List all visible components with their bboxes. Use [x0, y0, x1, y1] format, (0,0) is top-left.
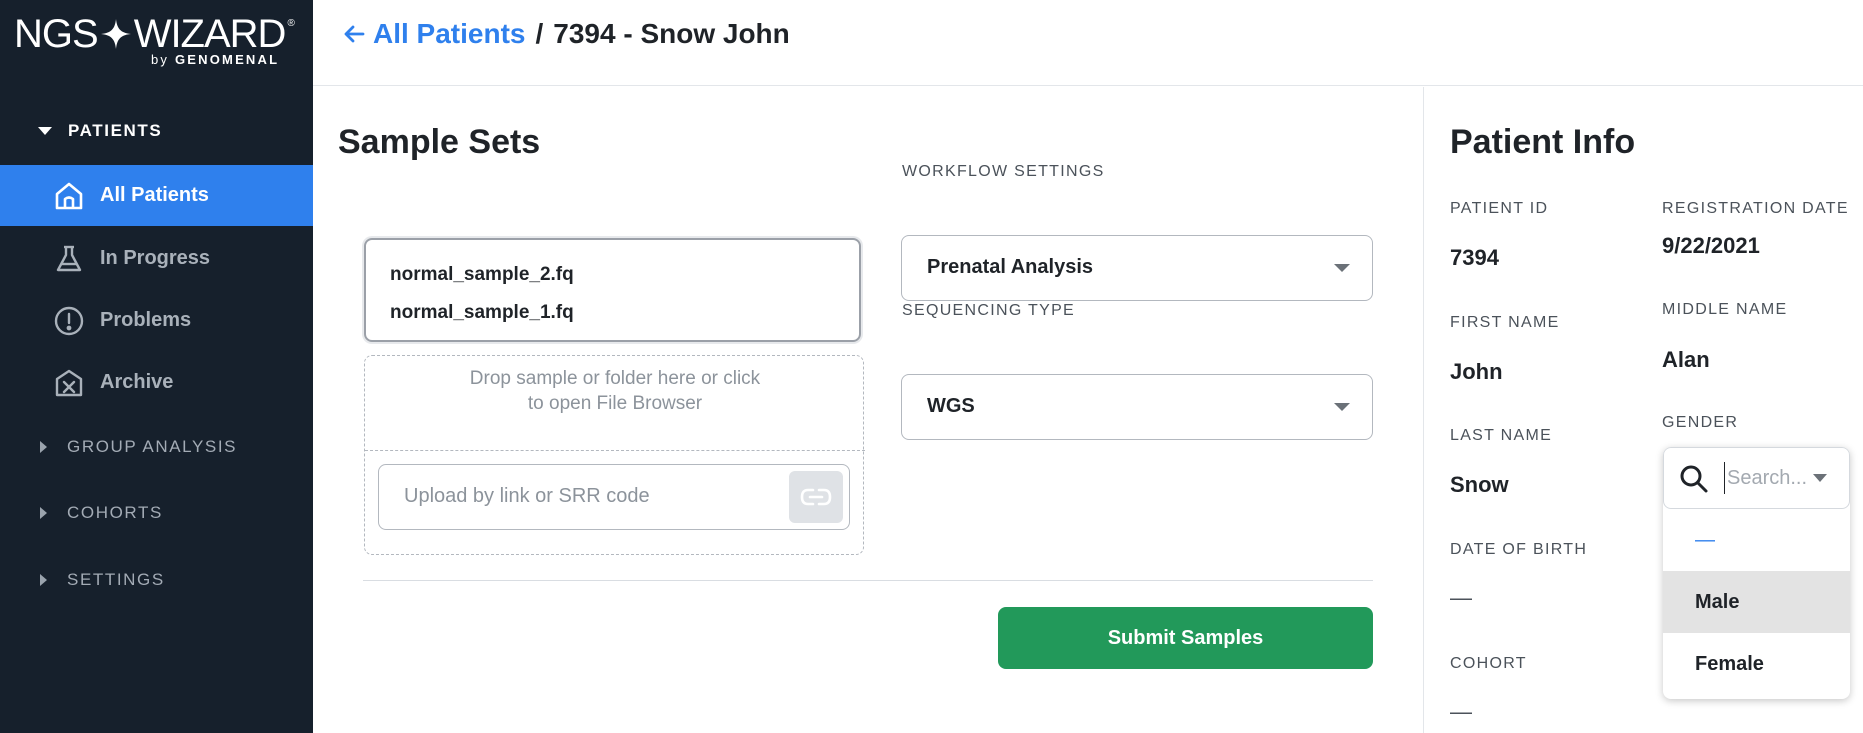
page-header: All Patients / 7394 - Snow John — [313, 0, 1863, 86]
sidebar-item-archive[interactable]: Archive — [0, 352, 313, 413]
search-icon — [1680, 465, 1708, 493]
caret-right-icon — [40, 507, 47, 519]
section-divider — [363, 580, 1373, 581]
arrow-left-icon — [344, 25, 365, 43]
sidebar-section-cohorts[interactable]: COHORTS — [0, 493, 313, 533]
gender-option-female[interactable]: Female — [1663, 633, 1850, 695]
sidebar-item-label: In Progress — [100, 247, 211, 269]
breadcrumb-current: 7394 - Snow John — [553, 18, 790, 49]
sequencing-select-value: WGS — [927, 395, 975, 417]
archive-icon — [53, 367, 85, 399]
chevron-down-icon — [1334, 264, 1350, 272]
sidebar-section-group-analysis[interactable]: GROUP ANALYSIS — [0, 427, 313, 467]
breadcrumb: All Patients / 7394 - Snow John — [343, 18, 790, 50]
section-title: Sample Sets — [338, 123, 541, 161]
sidebar-section-label: SETTINGS — [67, 570, 165, 589]
middle-name-label: MIDDLE NAME — [1662, 301, 1788, 318]
alert-circle-icon — [53, 305, 85, 337]
workflow-select[interactable]: Prenatal Analysis — [901, 235, 1373, 301]
workflow-settings-label: WORKFLOW SETTINGS — [902, 163, 1105, 180]
upload-link-field[interactable] — [378, 464, 850, 530]
registration-date-label: REGISTRATION DATE — [1662, 200, 1849, 217]
first-name-label: FIRST NAME — [1450, 314, 1560, 331]
patient-id-label: PATIENT ID — [1450, 200, 1549, 217]
patient-id-value: 7394 — [1450, 245, 1499, 270]
date-of-birth-value: — — [1450, 585, 1472, 610]
app-logo[interactable]: NGS WIZARD ® by GENOMENAL — [14, 14, 304, 72]
middle-name-value: Alan — [1662, 347, 1710, 372]
patient-info-title: Patient Info — [1450, 123, 1636, 161]
upload-link-input[interactable] — [379, 465, 759, 527]
date-of-birth-label: DATE OF BIRTH — [1450, 541, 1588, 558]
gender-search-field[interactable] — [1663, 447, 1850, 509]
gender-dropdown[interactable]: — Male Female — [1663, 447, 1850, 699]
last-name-value: Snow — [1450, 472, 1509, 497]
sidebar-item-label: Archive — [100, 371, 174, 393]
sidebar-section-settings[interactable]: SETTINGS — [0, 560, 313, 600]
flask-icon — [53, 243, 85, 275]
sparkle-icon — [100, 19, 131, 49]
logo-text-ngs: NGS — [14, 12, 99, 56]
sidebar-item-all-patients[interactable]: All Patients — [0, 165, 313, 226]
gender-option-none[interactable]: — — [1663, 509, 1850, 571]
file-list[interactable]: normal_sample_2.fq normal_sample_1.fq — [364, 238, 861, 342]
file-drop-zone[interactable]: Drop sample or folder here or click to o… — [364, 355, 865, 555]
app-root: NGS WIZARD ® by GENOMENAL PATIENTS All P… — [0, 0, 1863, 733]
sidebar-section-label: PATIENTS — [68, 121, 163, 140]
sidebar-section-label: GROUP ANALYSIS — [67, 437, 238, 456]
sequencing-type-label: SEQUENCING TYPE — [902, 302, 1076, 319]
caret-down-icon — [38, 127, 52, 135]
sequencing-type-select[interactable]: WGS — [901, 374, 1373, 440]
first-name-value: John — [1450, 359, 1503, 384]
logo-by: by — [151, 52, 170, 67]
submit-samples-button[interactable]: Submit Samples — [998, 607, 1373, 669]
last-name-label: LAST NAME — [1450, 427, 1553, 444]
cohort-value: — — [1450, 699, 1472, 724]
link-icon — [800, 488, 832, 506]
cohort-label: COHORT — [1450, 655, 1527, 672]
drop-zone-text[interactable]: Drop sample or folder here or click to o… — [365, 356, 865, 451]
gender-search-input[interactable] — [1724, 462, 1819, 494]
sample-sets-section: Sample Sets normal_sample_2.fq normal_sa… — [313, 87, 1423, 733]
logo-text-wizard: WIZARD — [133, 12, 287, 56]
sidebar-section-label: COHORTS — [67, 503, 163, 522]
sidebar-item-label: All Patients — [100, 184, 209, 206]
chevron-down-icon — [1813, 474, 1827, 482]
back-link-all-patients[interactable]: All Patients — [343, 18, 525, 50]
breadcrumb-separator: / — [535, 18, 544, 49]
gender-label: GENDER — [1662, 414, 1739, 431]
gender-option-male[interactable]: Male — [1663, 571, 1850, 633]
upload-link-button[interactable] — [789, 471, 843, 523]
logo-registered-mark: ® — [287, 18, 294, 29]
workflow-select-value: Prenatal Analysis — [927, 256, 1094, 278]
caret-right-icon — [40, 441, 47, 453]
sidebar-item-in-progress[interactable]: In Progress — [0, 228, 313, 289]
logo-subtitle: by GENOMENAL — [151, 52, 279, 67]
file-item[interactable]: normal_sample_1.fq — [390, 294, 835, 332]
sidebar-item-label: Problems — [100, 309, 192, 331]
sidebar-item-problems[interactable]: Problems — [0, 290, 313, 351]
home-icon — [53, 180, 85, 212]
caret-right-icon — [40, 574, 47, 586]
back-link-label: All Patients — [373, 18, 526, 49]
registration-date-value: 9/22/2021 — [1662, 233, 1760, 258]
sidebar-section-patients[interactable]: PATIENTS — [0, 111, 313, 151]
patient-info-panel: Patient Info PATIENT ID 7394 REGISTRATIO… — [1423, 87, 1863, 733]
sidebar: NGS WIZARD ® by GENOMENAL PATIENTS All P… — [0, 0, 313, 733]
file-item[interactable]: normal_sample_2.fq — [390, 256, 835, 294]
chevron-down-icon — [1334, 403, 1350, 411]
logo-company: GENOMENAL — [174, 52, 280, 67]
